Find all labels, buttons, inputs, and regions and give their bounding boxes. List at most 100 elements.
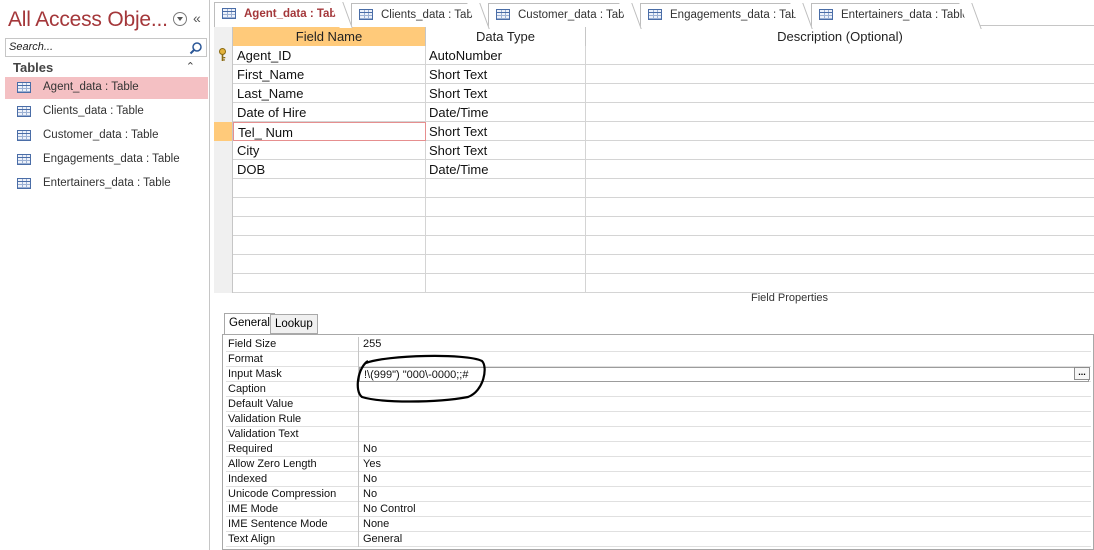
- data-type-cell[interactable]: [426, 179, 586, 198]
- description-cell[interactable]: [586, 46, 1094, 65]
- document-tab[interactable]: Customer_data : Table: [488, 3, 634, 27]
- search-icon[interactable]: [189, 41, 203, 55]
- data-type-cell[interactable]: Date/Time: [426, 160, 586, 179]
- field-row[interactable]: Agent_ID AutoNumber: [214, 46, 1094, 65]
- data-type-cell[interactable]: Short Text: [426, 141, 586, 160]
- description-cell[interactable]: [586, 274, 1094, 293]
- empty-field-row[interactable]: [214, 274, 1094, 293]
- tab-general[interactable]: General: [224, 313, 275, 334]
- row-selector[interactable]: [214, 103, 233, 122]
- empty-field-row[interactable]: [214, 236, 1094, 255]
- description-cell[interactable]: [586, 84, 1094, 103]
- property-value[interactable]: No: [359, 487, 1089, 502]
- property-value[interactable]: None: [359, 517, 1089, 532]
- property-value[interactable]: General: [359, 532, 1089, 547]
- nav-search-input[interactable]: Search...: [5, 38, 207, 57]
- row-selector[interactable]: [214, 179, 233, 198]
- nav-item-table[interactable]: Agent_data : Table: [5, 77, 208, 99]
- nav-item-table[interactable]: Customer_data : Table: [5, 125, 208, 147]
- field-row[interactable]: First_Name Short Text: [214, 65, 1094, 84]
- chevron-up-icon[interactable]: ⌃: [186, 60, 195, 73]
- row-selector[interactable]: [214, 84, 233, 103]
- field-name-cell[interactable]: DOB: [233, 160, 426, 179]
- input-mask-builder-button[interactable]: ...: [1074, 367, 1090, 380]
- row-selector[interactable]: [214, 274, 233, 293]
- property-value[interactable]: [359, 412, 1089, 427]
- tab-lookup[interactable]: Lookup: [270, 314, 318, 334]
- field-row[interactable]: Tel_ Num Short Text: [214, 122, 1094, 141]
- row-selector[interactable]: [214, 236, 233, 255]
- property-value[interactable]: No: [359, 472, 1089, 487]
- nav-item-label: Agent_data : Table: [43, 81, 139, 93]
- data-type-cell[interactable]: Date/Time: [426, 103, 586, 122]
- field-name-cell[interactable]: Date of Hire: [233, 103, 426, 122]
- field-row[interactable]: DOB Date/Time: [214, 160, 1094, 179]
- search-placeholder: Search...: [9, 41, 54, 53]
- data-type-cell[interactable]: [426, 236, 586, 255]
- data-type-cell[interactable]: Short Text: [426, 65, 586, 84]
- nav-pane-title[interactable]: All Access Obje...: [8, 8, 168, 32]
- empty-field-row[interactable]: [214, 217, 1094, 236]
- property-value[interactable]: Yes: [359, 457, 1089, 472]
- field-row[interactable]: Last_Name Short Text: [214, 84, 1094, 103]
- nav-item-table[interactable]: Clients_data : Table: [5, 101, 208, 123]
- description-cell[interactable]: [586, 65, 1094, 84]
- field-name-cell[interactable]: [233, 198, 426, 217]
- field-name-cell[interactable]: First_Name: [233, 65, 426, 84]
- description-cell[interactable]: [586, 179, 1094, 198]
- property-value[interactable]: 255: [359, 337, 1089, 352]
- description-cell[interactable]: [586, 160, 1094, 179]
- description-cell[interactable]: [586, 198, 1094, 217]
- nav-item-table[interactable]: Entertainers_data : Table: [5, 173, 208, 195]
- description-cell[interactable]: [586, 236, 1094, 255]
- data-type-cell[interactable]: AutoNumber: [426, 46, 586, 65]
- description-cell[interactable]: [586, 141, 1094, 160]
- row-selector[interactable]: [214, 141, 233, 160]
- data-type-cell[interactable]: [426, 274, 586, 293]
- empty-field-row[interactable]: [214, 255, 1094, 274]
- row-selector[interactable]: [214, 255, 233, 274]
- property-name: Format: [226, 352, 359, 367]
- row-selector-header[interactable]: [214, 27, 233, 46]
- empty-field-row[interactable]: [214, 198, 1094, 217]
- nav-item-table[interactable]: Engagements_data : Table: [5, 149, 208, 171]
- description-cell[interactable]: [586, 103, 1094, 122]
- data-type-cell[interactable]: [426, 198, 586, 217]
- field-name-cell[interactable]: City: [233, 141, 426, 160]
- data-type-cell[interactable]: Short Text: [426, 84, 586, 103]
- description-cell[interactable]: [586, 122, 1094, 141]
- field-name-cell[interactable]: [233, 236, 426, 255]
- document-tab[interactable]: Entertainers_data : Table: [811, 3, 971, 27]
- field-name-cell[interactable]: [233, 217, 426, 236]
- field-name-cell[interactable]: Tel_ Num: [233, 122, 426, 141]
- field-name-cell[interactable]: [233, 255, 426, 274]
- property-value[interactable]: No Control: [359, 502, 1089, 517]
- description-cell[interactable]: [586, 217, 1094, 236]
- nav-group-tables[interactable]: Tables ⌃: [5, 59, 207, 77]
- collapse-pane-icon[interactable]: «: [193, 10, 201, 26]
- row-selector[interactable]: [214, 122, 233, 141]
- property-value[interactable]: [359, 427, 1089, 442]
- document-tab[interactable]: Agent_data : Table: [214, 2, 346, 27]
- data-type-cell[interactable]: [426, 255, 586, 274]
- row-selector[interactable]: [214, 160, 233, 179]
- field-row[interactable]: City Short Text: [214, 141, 1094, 160]
- row-selector[interactable]: [214, 65, 233, 84]
- field-name-cell[interactable]: [233, 274, 426, 293]
- property-value[interactable]: No: [359, 442, 1089, 457]
- empty-field-row[interactable]: [214, 179, 1094, 198]
- data-type-cell[interactable]: Short Text: [426, 122, 586, 141]
- row-selector[interactable]: [214, 217, 233, 236]
- row-selector[interactable]: [214, 46, 233, 65]
- row-selector[interactable]: [214, 198, 233, 217]
- field-name-cell[interactable]: [233, 179, 426, 198]
- document-tab[interactable]: Engagements_data : Table: [640, 3, 807, 27]
- document-tabs: Agent_data : Table Clients_data : Table Cu…: [214, 0, 1094, 27]
- field-row[interactable]: Date of Hire Date/Time: [214, 103, 1094, 122]
- field-name-cell[interactable]: Agent_ID: [233, 46, 426, 65]
- data-type-cell[interactable]: [426, 217, 586, 236]
- description-cell[interactable]: [586, 255, 1094, 274]
- nav-menu-dropdown-icon[interactable]: [173, 12, 187, 26]
- document-tab[interactable]: Clients_data : Table: [351, 3, 482, 27]
- field-name-cell[interactable]: Last_Name: [233, 84, 426, 103]
